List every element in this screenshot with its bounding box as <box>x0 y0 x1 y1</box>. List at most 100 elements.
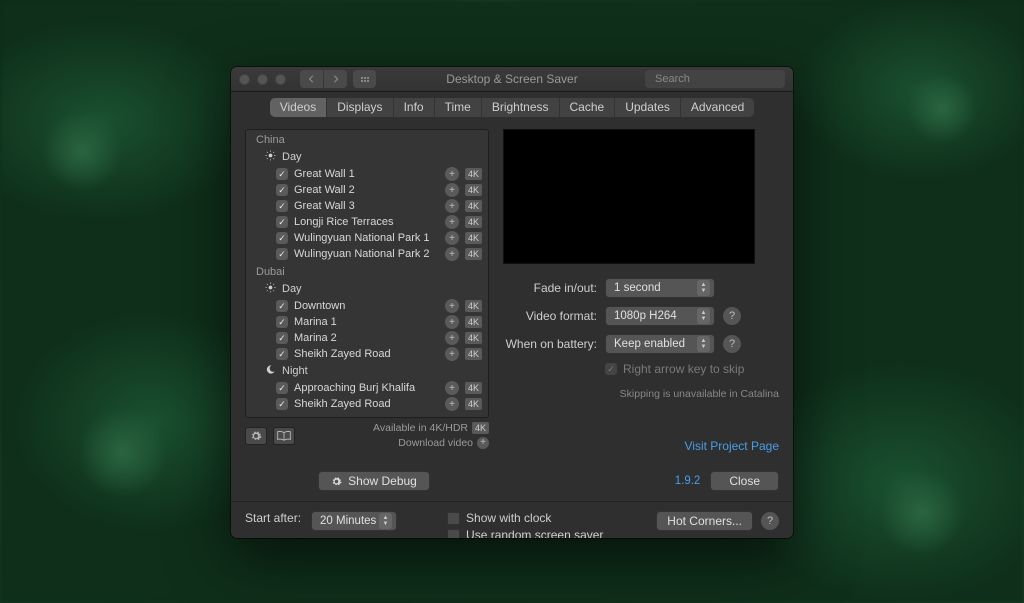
book-button[interactable] <box>273 427 295 445</box>
add-video-button[interactable]: + <box>445 397 459 411</box>
dropdown-arrows-icon: ▲▼ <box>379 513 392 529</box>
video-row[interactable]: ✓Marina 1+4K <box>246 314 488 330</box>
close-button[interactable]: Close <box>710 471 779 491</box>
video-list[interactable]: ChinaDay ✓ Great Wall 1 +4K ✓ Great Wall 2 +4K… <box>245 129 489 418</box>
tab-brightness[interactable]: Brightness <box>482 98 560 117</box>
tab-displays[interactable]: Displays <box>327 98 393 117</box>
sun-icon <box>264 150 276 164</box>
video-checkbox[interactable]: ✓ <box>276 348 288 360</box>
video-label: Great Wall 3 <box>294 200 439 212</box>
skip-note: Skipping is unavailable in Catalina <box>503 388 779 400</box>
format-value: 1080p H264 <box>614 310 677 322</box>
tab-advanced[interactable]: Advanced <box>681 98 754 117</box>
fade-dropdown[interactable]: 1 second ▲▼ <box>605 278 715 298</box>
quality-badge: 4K <box>465 168 482 180</box>
video-checkbox[interactable]: ✓ <box>276 248 288 260</box>
video-row[interactable]: ✓Sheikh Zayed Road+4K <box>246 346 488 362</box>
hot-corners-button[interactable]: Hot Corners... <box>656 511 753 531</box>
video-checkbox[interactable]: ✓ <box>276 232 288 244</box>
battery-label: When on battery: <box>503 337 597 351</box>
video-row[interactable]: ✓Wulingyuan National Park 2+4K <box>246 246 488 262</box>
group-header: Dubai <box>246 262 488 280</box>
add-video-button[interactable]: + <box>445 167 459 181</box>
quality-badge: 4K <box>465 232 482 244</box>
video-row[interactable]: ✓ Great Wall 2 +4K <box>246 182 488 198</box>
minimize-window-button[interactable] <box>257 74 268 85</box>
video-row[interactable]: ✓Longji Rice Terraces+4K <box>246 214 488 230</box>
tab-info[interactable]: Info <box>394 98 435 117</box>
video-row[interactable]: ✓Marina 2+4K <box>246 330 488 346</box>
close-window-button[interactable] <box>239 74 250 85</box>
battery-dropdown[interactable]: Keep enabled ▲▼ <box>605 334 715 354</box>
format-dropdown[interactable]: 1080p H264 ▲▼ <box>605 306 715 326</box>
format-help-button[interactable]: ? <box>723 307 741 325</box>
quality-badge: 4K <box>465 184 482 196</box>
fade-value: 1 second <box>614 282 661 294</box>
titlebar: Desktop & Screen Saver <box>231 67 793 92</box>
visit-project-link[interactable]: Visit Project Page <box>503 439 779 453</box>
add-video-button[interactable]: + <box>445 231 459 245</box>
show-debug-button[interactable]: Show Debug <box>318 471 430 491</box>
moon-icon <box>264 364 276 378</box>
video-checkbox[interactable]: ✓ <box>276 316 288 328</box>
download-plus-button[interactable]: + <box>477 437 489 449</box>
video-label: Approaching Burj Khalifa <box>294 382 439 394</box>
tab-time[interactable]: Time <box>435 98 482 117</box>
help-button[interactable]: ? <box>761 512 779 530</box>
show-with-clock-checkbox[interactable] <box>447 512 460 525</box>
video-label: Great Wall 2 <box>294 184 439 196</box>
video-checkbox[interactable]: ✓ <box>276 200 288 212</box>
subgroup-header: Day <box>246 148 488 166</box>
use-random-checkbox[interactable] <box>447 529 460 538</box>
add-video-button[interactable]: + <box>445 199 459 213</box>
add-video-button[interactable]: + <box>445 183 459 197</box>
search-input[interactable] <box>655 73 793 85</box>
show-all-button[interactable] <box>353 70 376 88</box>
video-row[interactable]: ✓Great Wall 3+4K <box>246 198 488 214</box>
tab-cache[interactable]: Cache <box>560 98 616 117</box>
video-label: Wulingyuan National Park 1 <box>294 232 439 244</box>
video-row[interactable]: ✓Downtown+4K <box>246 298 488 314</box>
tab-videos[interactable]: Videos <box>270 98 327 117</box>
start-after-dropdown[interactable]: 20 Minutes ▲▼ <box>311 511 397 531</box>
add-video-button[interactable]: + <box>445 215 459 229</box>
back-button[interactable] <box>300 70 323 88</box>
dropdown-arrows-icon: ▲▼ <box>697 280 710 296</box>
gear-icon <box>250 430 262 442</box>
battery-help-button[interactable]: ? <box>723 335 741 353</box>
book-icon <box>277 431 291 441</box>
video-checkbox[interactable]: ✓ <box>276 300 288 312</box>
video-row[interactable]: ✓ Wulingyuan National Park 1 +4K <box>246 230 488 246</box>
tabs-segmented: VideosDisplaysInfoTimeBrightnessCacheUpd… <box>270 98 755 117</box>
forward-button[interactable] <box>324 70 347 88</box>
tab-updates[interactable]: Updates <box>615 98 681 117</box>
add-video-button[interactable]: + <box>445 247 459 261</box>
add-video-button[interactable]: + <box>445 347 459 361</box>
video-checkbox[interactable]: ✓ <box>276 216 288 228</box>
grid-icon <box>361 77 369 82</box>
fade-label: Fade in/out: <box>503 281 597 295</box>
quality-badge: 4K <box>465 348 482 360</box>
group-header: China <box>246 130 488 148</box>
add-video-button[interactable]: + <box>445 299 459 313</box>
settings-gear-button[interactable] <box>245 427 267 445</box>
add-video-button[interactable]: + <box>445 331 459 345</box>
video-checkbox[interactable]: ✓ <box>276 382 288 394</box>
add-video-button[interactable]: + <box>445 315 459 329</box>
video-checkbox[interactable]: ✓ <box>276 168 288 180</box>
format-label: Video format: <box>503 309 597 323</box>
video-label: Downtown <box>294 300 439 312</box>
chevron-right-icon <box>332 75 340 83</box>
video-checkbox[interactable]: ✓ <box>276 332 288 344</box>
start-after-value: 20 Minutes <box>320 515 376 527</box>
add-video-button[interactable]: + <box>445 381 459 395</box>
video-row[interactable]: ✓Sheikh Zayed Road+4K <box>246 396 488 412</box>
zoom-window-button[interactable] <box>275 74 286 85</box>
video-row[interactable]: ✓ Great Wall 1 +4K <box>246 166 488 182</box>
video-row[interactable]: ✓Approaching Burj Khalifa+4K <box>246 380 488 396</box>
video-checkbox[interactable]: ✓ <box>276 184 288 196</box>
quality-badge: 4K <box>465 332 482 344</box>
search-field[interactable] <box>645 70 785 88</box>
video-label: Great Wall 1 <box>294 168 439 180</box>
video-checkbox[interactable]: ✓ <box>276 398 288 410</box>
